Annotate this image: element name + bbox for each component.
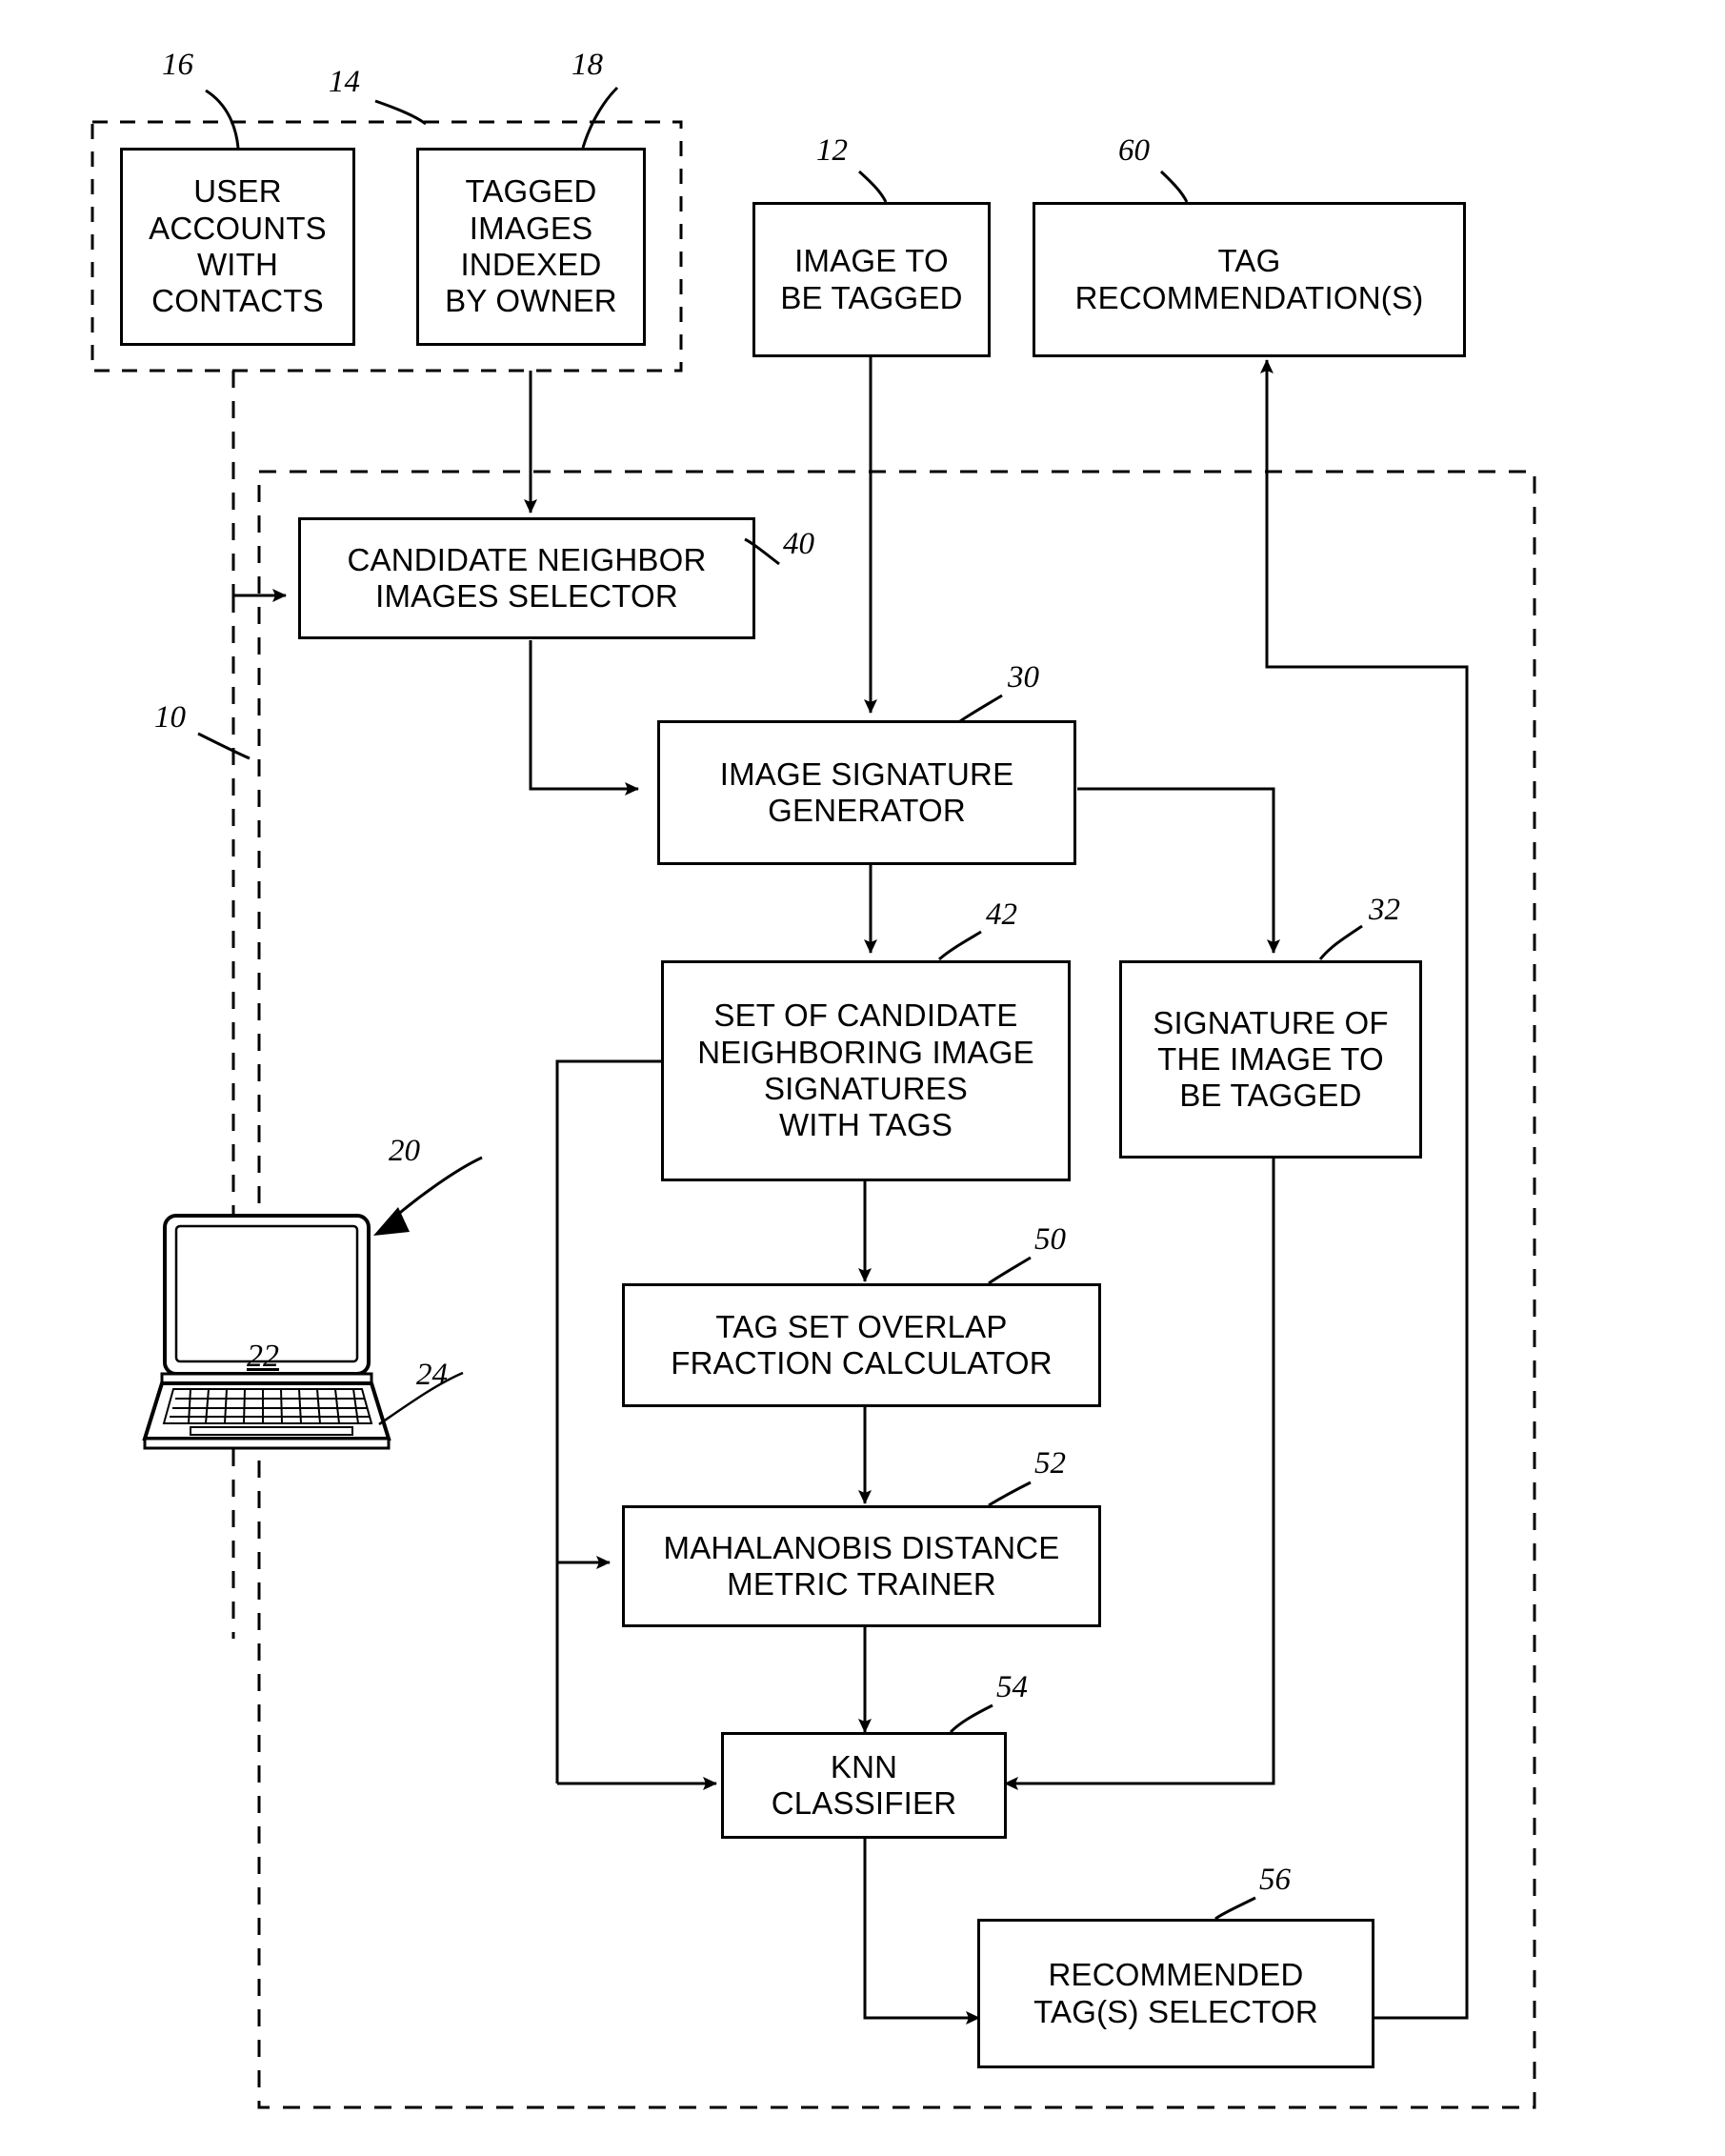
display-reference-22: 22 — [247, 1339, 279, 1374]
leader-lines — [197, 86, 1363, 1921]
patent-figure: USER ACCOUNTS WITH CONTACTS TAGGED IMAGE… — [0, 0, 1725, 2156]
